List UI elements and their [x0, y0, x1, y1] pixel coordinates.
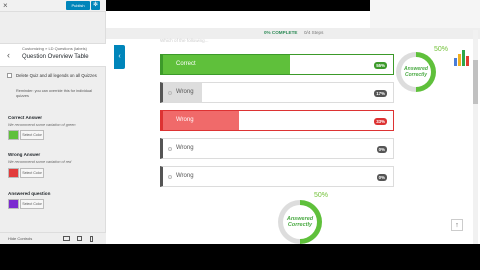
logo-bars-icon	[454, 50, 469, 66]
answer-option[interactable]: Wrong 17%	[160, 82, 394, 103]
checkbox-label: Delete Quiz and all legends on all Quizz…	[16, 73, 97, 78]
answered-color-swatch[interactable]	[8, 199, 19, 209]
bottom-black-bar	[0, 244, 480, 270]
delete-legends-checkbox[interactable]	[7, 73, 12, 78]
gear-icon[interactable]: ✻	[91, 1, 100, 10]
answer-option[interactable]: Correct 55%	[160, 54, 394, 75]
donut-bottom-percent: 50%	[314, 192, 329, 199]
answer-percent-badge: 0%	[376, 174, 387, 181]
answer-label: Correct	[176, 61, 196, 67]
answer-radio[interactable]	[168, 175, 172, 179]
answer-radio[interactable]	[168, 147, 172, 151]
progress-steps: 0/4 Steps	[304, 30, 324, 35]
publish-button[interactable]: Publish	[66, 1, 90, 10]
answer-label: Wrong	[176, 89, 194, 95]
desktop-preview-icon[interactable]	[63, 236, 70, 241]
answer-option[interactable]: Wrong 33%	[160, 110, 394, 131]
answer-option[interactable]: Wrong 0%	[160, 166, 394, 187]
mobile-preview-icon[interactable]	[90, 236, 93, 242]
answered-question-title: Answered question	[8, 191, 51, 196]
question-text: Which of the following...	[160, 38, 209, 43]
close-icon[interactable]: ×	[3, 1, 8, 11]
collapse-sidebar-button[interactable]: ‹	[114, 45, 125, 69]
correct-answer-title: Correct Answer	[8, 115, 43, 120]
answered-correctly-donut-bottom: Answered Correctly	[278, 200, 322, 244]
answer-percent-badge: 33%	[374, 118, 387, 125]
wrong-color-swatch[interactable]	[8, 168, 19, 178]
back-chevron-icon[interactable]: ‹	[7, 50, 10, 60]
answer-label: Wrong	[176, 117, 194, 123]
correct-select-color-button[interactable]: Select Color	[20, 130, 44, 140]
hide-controls-link[interactable]: Hide Controls	[8, 236, 32, 241]
answer-radio[interactable]	[168, 91, 172, 95]
wrong-answer-title: Wrong Answer	[8, 152, 41, 157]
answer-percent-badge: 55%	[374, 62, 387, 69]
breadcrumb: Customizing » LD Questions (labels)	[22, 46, 87, 51]
correct-color-swatch[interactable]	[8, 130, 19, 140]
correct-answer-desc: We recommend some variation of green	[8, 123, 76, 127]
wrong-select-color-button[interactable]: Select Color	[20, 168, 44, 178]
donut-label: Answered Correctly	[401, 57, 431, 87]
learndash-logo	[434, 46, 474, 76]
answer-percent-badge: 17%	[374, 90, 387, 97]
scrollbar-thumb[interactable]	[473, 60, 478, 104]
answer-result-bar	[163, 111, 239, 130]
tablet-preview-icon[interactable]	[77, 236, 82, 241]
donut-bottom-label: Answered Correctly	[283, 205, 317, 239]
customizer-sidebar: × Publish ✻ ‹ Customizing » LD Questions…	[0, 0, 106, 244]
sidebar-section-nav: ‹ Customizing » LD Questions (labels) Qu…	[0, 43, 106, 67]
checkbox-note: Reminder: you can override this for indi…	[16, 89, 92, 98]
section-title: Question Overview Table	[22, 54, 89, 60]
scroll-to-top-button[interactable]: ↑	[451, 219, 463, 231]
answered-select-color-button[interactable]: Select Color	[20, 199, 44, 209]
sidebar-footer: Hide Controls	[0, 232, 106, 244]
answered-correctly-donut: Answered Correctly	[396, 52, 436, 92]
answer-label: Wrong	[176, 173, 194, 179]
sidebar-header: × Publish ✻	[0, 0, 106, 12]
progress-complete: 0% COMPLETE	[264, 30, 298, 35]
wrong-answer-desc: We recommend some variation of red	[8, 160, 72, 164]
preview-top-area	[370, 0, 480, 28]
answer-option[interactable]: Wrong 0%	[160, 138, 394, 159]
answer-label: Wrong	[176, 145, 194, 151]
answer-percent-badge: 0%	[376, 146, 387, 153]
